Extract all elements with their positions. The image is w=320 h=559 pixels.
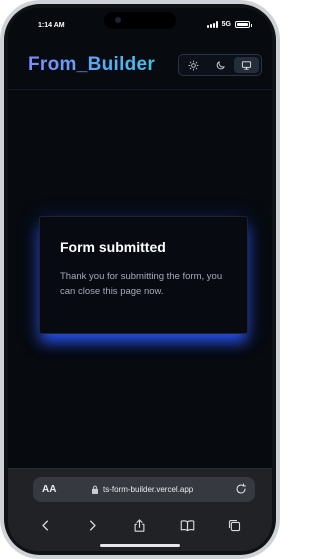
main-content: Form submitted Thank you for submitting … (8, 90, 272, 476)
address-bar[interactable]: AA ts-form-builder.vercel.app (33, 477, 255, 502)
network-label: 5G (221, 21, 231, 28)
brand-logo[interactable]: From_Builder (28, 54, 155, 76)
theme-system-button[interactable] (234, 57, 260, 73)
tabs-icon[interactable] (227, 518, 242, 533)
status-bar: 1:14 AM 5G (8, 8, 272, 46)
battery-icon (235, 21, 252, 28)
browser-nav-row (8, 513, 272, 537)
forward-icon[interactable] (85, 518, 100, 533)
status-indicators: 5G (206, 21, 252, 28)
text-size-button[interactable]: AA (42, 484, 56, 495)
status-time: 1:14 AM (38, 22, 65, 29)
screen: 1:14 AM 5G From_Builder Form submitted T… (8, 8, 272, 551)
app-header: From_Builder (8, 46, 272, 90)
card-title: Form submitted (60, 239, 166, 255)
share-icon[interactable] (132, 518, 147, 533)
phone-frame: 1:14 AM 5G From_Builder Form submitted T… (0, 0, 280, 559)
home-indicator[interactable] (100, 544, 180, 547)
dynamic-island (104, 12, 176, 29)
back-icon[interactable] (38, 518, 53, 533)
sun-icon (188, 59, 199, 71)
submission-card: Form submitted Thank you for submitting … (39, 216, 248, 334)
theme-light-button[interactable] (181, 57, 206, 73)
url-text: ts-form-builder.vercel.app (103, 485, 194, 494)
bookmarks-icon[interactable] (180, 518, 195, 533)
monitor-icon (242, 60, 252, 70)
lock-icon (92, 485, 98, 494)
signal-icon (206, 21, 218, 28)
moon-icon (216, 60, 225, 69)
camera-icon (115, 17, 121, 23)
theme-dark-button[interactable] (208, 57, 233, 73)
card-message: Thank you for submitting the form, you c… (60, 271, 223, 297)
theme-switcher (178, 54, 262, 76)
reload-icon[interactable] (235, 483, 247, 495)
browser-toolbar: AA ts-form-builder.vercel.app (8, 468, 272, 551)
